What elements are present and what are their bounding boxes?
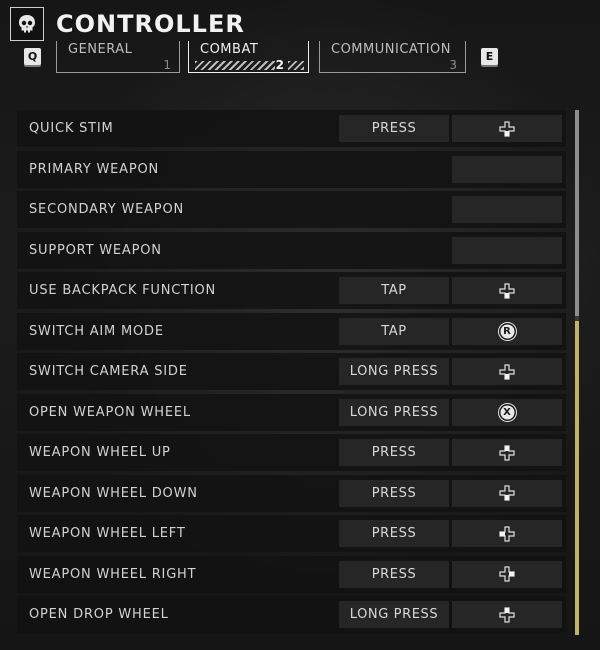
action-mode-button[interactable]: PRESS xyxy=(339,560,449,588)
action-mode-button[interactable]: PRESS xyxy=(339,439,449,466)
tab-number: 1 xyxy=(163,58,171,72)
action-mode-button[interactable]: TAP xyxy=(339,317,449,345)
binding-row[interactable]: OPEN WEAPON WHEEL LONG PRESS X xyxy=(17,393,566,431)
tab-combat[interactable]: COMBAT 2 xyxy=(188,41,309,73)
binding-button[interactable] xyxy=(452,601,562,628)
binding-label: WEAPON WHEEL DOWN xyxy=(29,485,198,501)
binding-label: QUICK STIM xyxy=(29,121,114,136)
action-mode-button[interactable]: LONG PRESS xyxy=(339,358,449,385)
r-button-icon: R xyxy=(498,322,516,340)
binding-row[interactable]: PRIMARY WEAPON xyxy=(17,150,566,188)
next-tab-key[interactable]: E xyxy=(481,48,498,65)
skull-icon xyxy=(10,7,44,41)
binding-label: USE BACKPACK FUNCTION xyxy=(29,283,217,298)
tab-active-hatch xyxy=(195,61,275,70)
binding-label: WEAPON WHEEL LEFT xyxy=(29,526,186,541)
dpad-up-icon xyxy=(498,444,516,462)
prev-tab-key[interactable]: Q xyxy=(24,48,41,65)
binding-button[interactable] xyxy=(452,520,562,547)
binding-label: OPEN WEAPON WHEEL xyxy=(29,404,191,420)
action-mode-button[interactable]: LONG PRESS xyxy=(339,398,449,426)
action-mode-button[interactable]: PRESS xyxy=(339,479,449,507)
x-button-icon: X xyxy=(498,403,516,421)
binding-label: SWITCH AIM MODE xyxy=(29,323,164,339)
binding-label: WEAPON WHEEL UP xyxy=(29,445,171,460)
dpad-down-icon xyxy=(498,120,516,138)
scrollbar-accent xyxy=(575,321,579,635)
binding-row[interactable]: WEAPON WHEEL RIGHT PRESS xyxy=(17,555,566,593)
binding-button[interactable] xyxy=(452,277,562,304)
binding-row[interactable]: SWITCH CAMERA SIDE LONG PRESS xyxy=(17,353,566,390)
binding-list: QUICK STIM PRESS PRIMARY WEAPON SECONDARY W… xyxy=(17,110,566,637)
header: CONTROLLER xyxy=(10,6,245,42)
tab-active-hatch xyxy=(288,61,304,70)
dpad-right-icon xyxy=(498,565,516,583)
binding-button[interactable]: R xyxy=(452,317,562,345)
binding-label: SWITCH CAMERA SIDE xyxy=(29,364,188,379)
binding-button[interactable] xyxy=(452,439,562,466)
tab-number: 3 xyxy=(449,58,457,72)
binding-label: OPEN DROP WHEEL xyxy=(29,607,169,622)
binding-button[interactable] xyxy=(452,115,562,142)
tab-number: 2 xyxy=(275,58,284,72)
binding-button[interactable]: X xyxy=(452,398,562,426)
tab-label: GENERAL xyxy=(68,42,133,57)
dpad-down-icon xyxy=(498,282,516,300)
action-mode-button[interactable]: TAP xyxy=(339,277,449,304)
binding-button[interactable] xyxy=(452,155,562,183)
action-mode-button[interactable]: PRESS xyxy=(339,520,449,547)
binding-label: SECONDARY WEAPON xyxy=(29,202,185,217)
binding-label: SUPPORT WEAPON xyxy=(29,242,162,258)
binding-row[interactable]: SUPPORT WEAPON xyxy=(17,231,566,269)
binding-button[interactable] xyxy=(452,479,562,507)
tab-communication[interactable]: COMMUNICATION 3 xyxy=(319,41,466,73)
binding-row[interactable]: OPEN DROP WHEEL LONG PRESS xyxy=(17,596,566,633)
binding-row[interactable]: USE BACKPACK FUNCTION TAP xyxy=(17,272,566,309)
binding-button[interactable] xyxy=(452,560,562,588)
binding-row[interactable]: QUICK STIM PRESS xyxy=(17,110,566,147)
action-mode-button[interactable]: PRESS xyxy=(339,115,449,142)
binding-row[interactable]: WEAPON WHEEL DOWN PRESS xyxy=(17,474,566,512)
dpad-down-icon xyxy=(498,363,516,381)
binding-row[interactable]: WEAPON WHEEL LEFT PRESS xyxy=(17,515,566,552)
dpad-up-icon xyxy=(498,606,516,624)
binding-label: WEAPON WHEEL RIGHT xyxy=(29,566,197,582)
binding-button[interactable] xyxy=(452,358,562,385)
binding-row[interactable]: SWITCH AIM MODE TAP R xyxy=(17,312,566,350)
dpad-left-icon xyxy=(498,525,516,543)
dpad-down-icon xyxy=(498,484,516,502)
tab-label: COMBAT xyxy=(200,42,259,57)
binding-button[interactable] xyxy=(452,236,562,264)
action-mode-button[interactable]: LONG PRESS xyxy=(339,601,449,628)
binding-button[interactable] xyxy=(452,196,562,223)
binding-row[interactable]: WEAPON WHEEL UP PRESS xyxy=(17,434,566,471)
page-title: CONTROLLER xyxy=(56,10,245,38)
binding-row[interactable]: SECONDARY WEAPON xyxy=(17,191,566,228)
tab-label: COMMUNICATION xyxy=(331,42,452,57)
binding-label: PRIMARY WEAPON xyxy=(29,161,160,177)
tab-general[interactable]: GENERAL 1 xyxy=(56,41,180,73)
scrollbar-thumb[interactable] xyxy=(575,110,579,316)
